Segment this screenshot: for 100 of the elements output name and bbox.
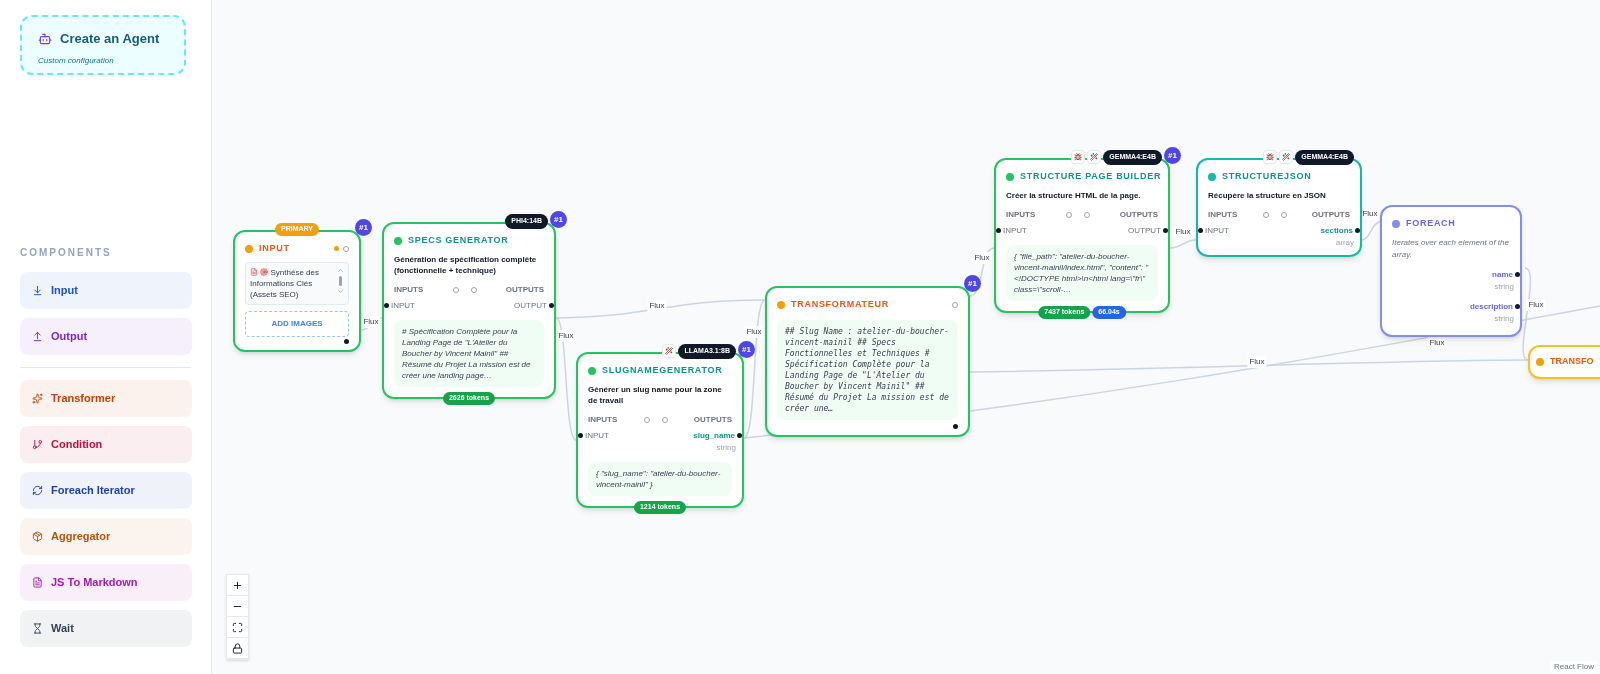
plus-icon xyxy=(232,579,243,591)
node-title: SLUGNAMEGENERATOR xyxy=(602,364,723,377)
flow-node[interactable] xyxy=(994,158,1170,313)
wand-button[interactable] xyxy=(1087,150,1102,165)
component-label: Foreach Iterator xyxy=(51,483,135,499)
edge-label: Flux xyxy=(556,330,576,342)
connector-line xyxy=(1169,239,1197,249)
attribution-link[interactable]: React Flow xyxy=(1550,661,1598,673)
node-title: STRUCTUREJSON xyxy=(1222,170,1312,183)
connection-handle[interactable] xyxy=(549,303,554,308)
component-button[interactable]: Foreach Iterator xyxy=(20,472,192,509)
node-title: TRANSFO xyxy=(1550,355,1594,368)
node-title: STRUCTURE PAGE BUILDER xyxy=(1020,170,1162,183)
branch-icon xyxy=(32,439,43,450)
upload-icon xyxy=(32,331,43,342)
input-port-label: INPUT xyxy=(1205,224,1229,237)
connector-line xyxy=(969,247,995,297)
outputs-heading: OUTPUTS xyxy=(1311,208,1350,221)
component-button[interactable]: Aggregator xyxy=(20,518,192,555)
output-port-label: description xyxy=(1469,300,1513,313)
download-icon xyxy=(32,285,43,296)
connection-handle[interactable] xyxy=(1355,228,1360,233)
connection-handle[interactable] xyxy=(953,423,958,429)
bug-button[interactable] xyxy=(1071,150,1086,165)
text-area[interactable]: Synthèse des Informations Clés (Assets SEO) xyxy=(245,261,349,305)
inputs-heading: INPUTS xyxy=(1006,208,1036,221)
flow-node[interactable] xyxy=(382,222,556,399)
node-description: Génération de spécification complète (fonctionnelle + technique) xyxy=(394,253,538,276)
input-port-label: INPUT xyxy=(391,299,415,312)
connection-handle[interactable] xyxy=(996,228,1001,233)
outputs-heading: OUTPUTS xyxy=(505,283,544,296)
component-button[interactable]: Input xyxy=(20,272,192,309)
input-port-label: INPUT xyxy=(585,429,609,442)
component-label: Input xyxy=(51,283,78,299)
node-description: Générer un slug name pour la zone de travail xyxy=(588,383,723,406)
scroll-up-icon xyxy=(337,266,344,274)
document-icon xyxy=(250,268,258,277)
connection-handle[interactable] xyxy=(1198,228,1203,233)
flow-node[interactable]: STRUCTUREJSON Récupère la structure en JSON INPUTS OUTPUTS INPUT sections array xyxy=(1196,158,1362,257)
connection-handle[interactable] xyxy=(578,433,583,438)
connector-line xyxy=(1361,221,1381,241)
edge-label: Flux xyxy=(361,316,381,328)
connection-handle[interactable] xyxy=(344,338,349,344)
port-type: string xyxy=(1494,312,1514,325)
inputs-heading: INPUTS xyxy=(394,283,424,296)
outputs-heading: OUTPUTS xyxy=(693,413,732,426)
connection-handle[interactable] xyxy=(1515,304,1520,309)
port-type: string xyxy=(716,441,736,454)
component-button[interactable]: Condition xyxy=(20,426,192,463)
edge-label: Flux xyxy=(1427,337,1447,349)
output-preview: ## Slug Name : atelier-du-boucher-vincent-mainil ## Specs Fonctionnelles et Techniques # Spécification Complète pour la Landing Page de "L'Atelier du Boucher by Vincent Mainil" ## Résumé du Projet La mission est de créer une… xyxy=(777,319,958,420)
inputs-heading: INPUTS xyxy=(1208,208,1238,221)
component-button[interactable]: Output xyxy=(20,318,192,355)
component-button[interactable]: JS To Markdown xyxy=(20,564,192,601)
component-button[interactable]: Transformer xyxy=(20,380,192,417)
component-label: Output xyxy=(51,329,88,345)
flow-node[interactable]: TRANSFO xyxy=(1528,345,1600,379)
outputs-heading: OUTPUTS xyxy=(1119,208,1158,221)
connection-handle[interactable] xyxy=(1163,228,1168,233)
edge-label: Flux xyxy=(744,326,764,338)
wand-button[interactable] xyxy=(1279,150,1294,165)
component-label: Transformer xyxy=(51,391,116,407)
package-icon xyxy=(32,531,43,542)
edge-label: Flux xyxy=(1173,226,1193,238)
edge-label: Flux xyxy=(1247,356,1267,368)
connection-handle[interactable] xyxy=(384,303,389,308)
output-preview: { "slug_name": "atelier-du-boucher-vincent-mainil" } xyxy=(588,461,732,496)
output-port-label: sections xyxy=(1320,224,1353,237)
number-badge: #1 xyxy=(738,341,755,358)
section-heading: COMPONENTS xyxy=(20,246,113,260)
port-type: string xyxy=(1494,280,1514,293)
flow-node[interactable]: INPUT Synthèse des Informations Clés (Assets SEO) ADD IMAGES xyxy=(233,230,361,352)
scroll-down-icon xyxy=(337,287,344,295)
node-title: INPUT xyxy=(259,242,290,255)
component-button[interactable]: Wait xyxy=(20,610,192,647)
connection-handle[interactable] xyxy=(737,433,742,438)
robot-icon xyxy=(38,31,52,46)
output-port-label: OUTPUT xyxy=(1128,224,1161,237)
hourglass-icon xyxy=(32,623,43,634)
flow-node[interactable] xyxy=(765,286,970,437)
output-port-label: slug_name xyxy=(693,429,735,442)
flow-node[interactable]: FOREACH Iterates over each element of the array. name string description string xyxy=(1380,205,1522,337)
edge-label: Flux xyxy=(972,252,992,264)
component-label: JS To Markdown xyxy=(51,575,138,591)
target-icon xyxy=(260,268,269,277)
wand-button[interactable] xyxy=(662,344,677,359)
node-description: Récupère la structure en JSON xyxy=(1208,189,1327,201)
connection-handle[interactable] xyxy=(1515,272,1520,277)
inputs-heading: INPUTS xyxy=(588,413,618,426)
sparkles-icon xyxy=(32,393,43,404)
card-subtitle: Custom configuration xyxy=(38,54,115,67)
number-badge: #1 xyxy=(1164,147,1181,164)
port-type: array xyxy=(1335,236,1354,249)
component-label: Condition xyxy=(51,437,103,453)
add-images-button[interactable]: ADD IMAGES xyxy=(245,310,349,337)
bug-button[interactable] xyxy=(1263,150,1278,165)
node-title: TRANSFORMATEUR xyxy=(791,298,889,311)
output-port-label: name xyxy=(1492,268,1513,281)
create-agent-card[interactable]: Create an Agent Custom configuration xyxy=(20,15,186,75)
edge-label: Flux xyxy=(647,300,667,312)
